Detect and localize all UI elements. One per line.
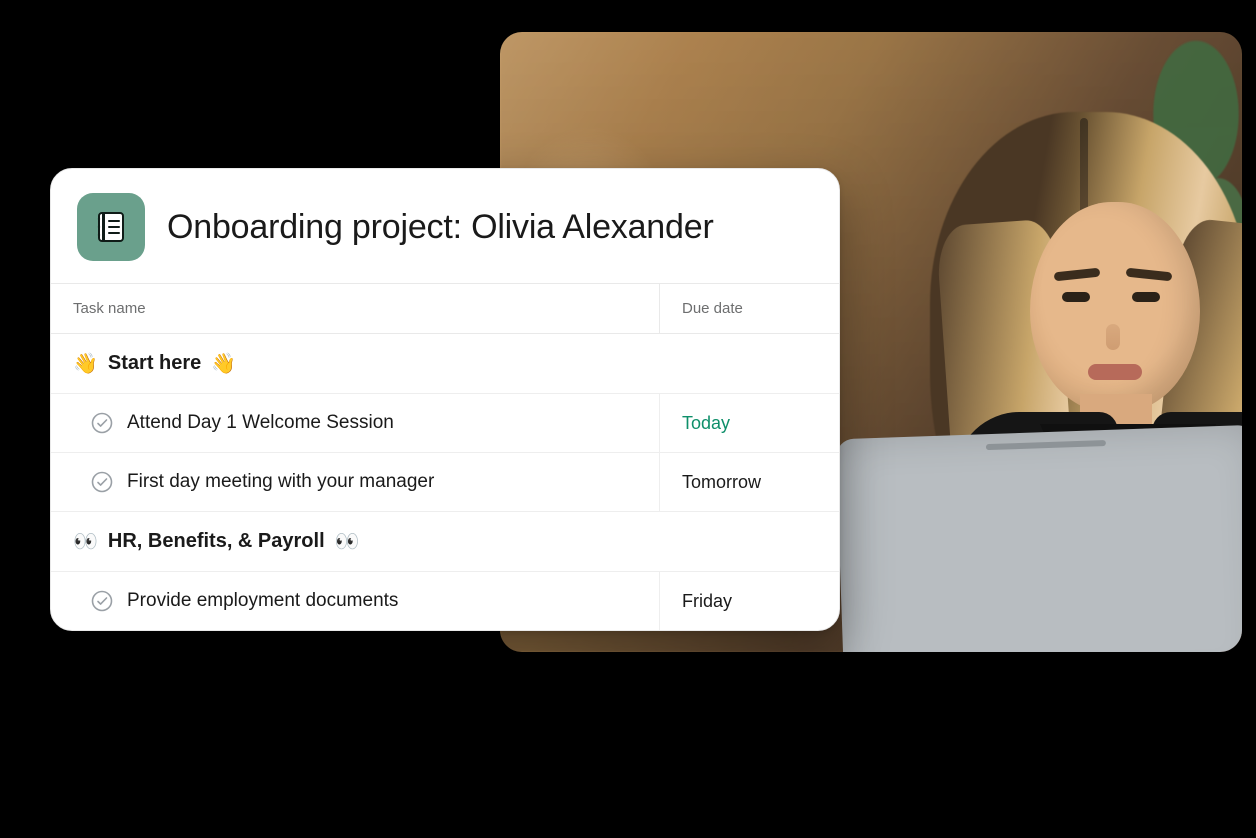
section-start-here[interactable]: 👋 Start here 👋 (51, 334, 839, 394)
section-title: HR, Benefits, & Payroll (108, 530, 325, 553)
due-cell[interactable]: Today (659, 394, 839, 452)
task-row[interactable]: Provide employment documents Friday (51, 572, 839, 630)
laptop-illustration (836, 425, 1242, 652)
task-name: First day meeting with your manager (127, 471, 434, 493)
column-headers: Task name Due date (51, 283, 839, 334)
task-row[interactable]: Attend Day 1 Welcome Session Today (51, 394, 839, 453)
eyes-icon: 👀 (73, 532, 98, 552)
section-hr-benefits-payroll[interactable]: 👀 HR, Benefits, & Payroll 👀 (51, 512, 839, 572)
due-cell[interactable]: Friday (659, 572, 839, 630)
wave-icon: 👋 (73, 354, 98, 374)
task-name: Provide employment documents (127, 590, 398, 612)
section-title: Start here (108, 352, 201, 375)
project-card: Onboarding project: Olivia Alexander Tas… (50, 168, 840, 631)
check-circle-icon[interactable] (91, 412, 113, 434)
wave-icon: 👋 (211, 354, 236, 374)
task-row[interactable]: First day meeting with your manager Tomo… (51, 453, 839, 512)
col-due-date[interactable]: Due date (659, 284, 839, 333)
eyes-icon: 👀 (335, 532, 360, 552)
task-cell: Attend Day 1 Welcome Session (51, 394, 659, 452)
due-cell[interactable]: Tomorrow (659, 453, 839, 511)
task-cell: Provide employment documents (51, 572, 659, 630)
notebook-icon (77, 193, 145, 261)
check-circle-icon[interactable] (91, 590, 113, 612)
project-header: Onboarding project: Olivia Alexander (51, 169, 839, 283)
task-cell: First day meeting with your manager (51, 453, 659, 511)
task-name: Attend Day 1 Welcome Session (127, 412, 394, 434)
col-task-name[interactable]: Task name (51, 284, 659, 333)
project-title: Onboarding project: Olivia Alexander (167, 208, 714, 247)
check-circle-icon[interactable] (91, 471, 113, 493)
